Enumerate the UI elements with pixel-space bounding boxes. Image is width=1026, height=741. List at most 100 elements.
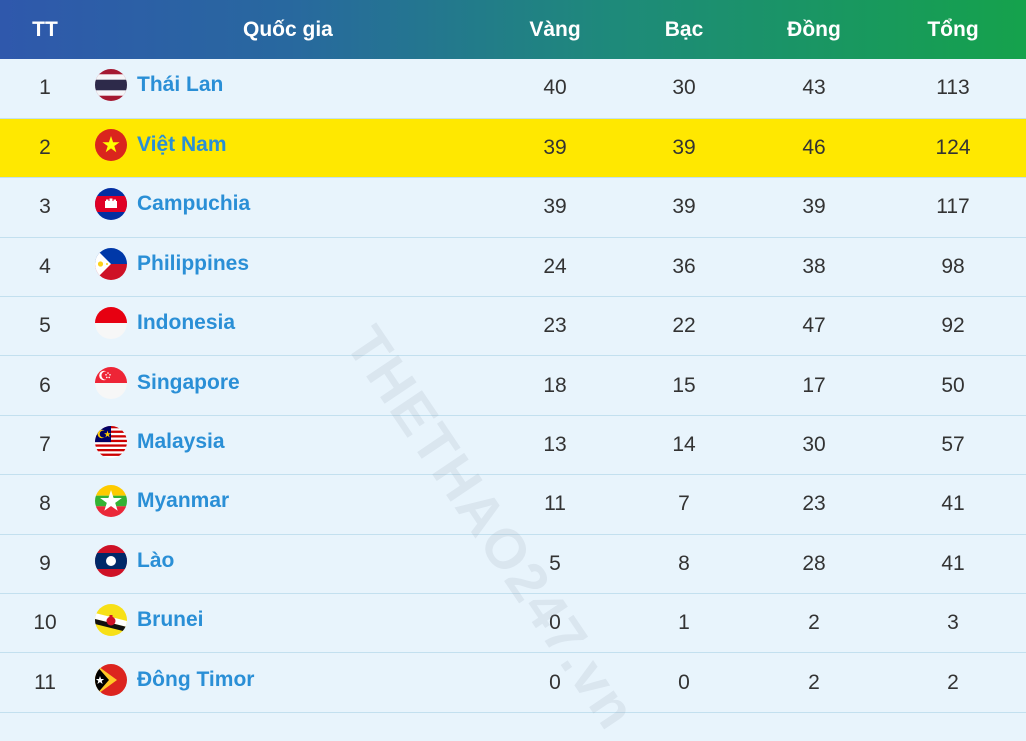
table-row: 1 Thái Lan 40 30 43 113 bbox=[0, 59, 1026, 119]
gold-cell: 39 bbox=[543, 195, 567, 219]
table-header-row: TT Quốc gia Vàng Bạc Đồng Tổng bbox=[0, 0, 1026, 59]
country-name-link[interactable]: Đông Timor bbox=[137, 668, 254, 692]
country-wrapper: Philippines bbox=[95, 247, 490, 283]
philippines-flag-icon bbox=[95, 247, 127, 280]
table-row: 7 Malaysia 13 14 30 57 bbox=[0, 415, 1026, 475]
country-wrapper: Malaysia bbox=[95, 426, 490, 461]
gold-cell: 0 bbox=[549, 670, 561, 694]
header-bronze: Đồng bbox=[787, 17, 841, 41]
country-cell: Indonesia bbox=[90, 297, 490, 356]
table-row: 10 Brunei 0 1 2 3 bbox=[0, 594, 1026, 653]
rank-cell: 5 bbox=[39, 314, 51, 338]
gold-cell: 39 bbox=[543, 136, 567, 160]
country-name-link[interactable]: Philippines bbox=[137, 252, 249, 276]
header-silver: Bạc bbox=[664, 17, 704, 41]
silver-cell: 39 bbox=[672, 136, 696, 160]
country-cell: Campuchia bbox=[90, 178, 490, 237]
silver-cell: 14 bbox=[672, 433, 696, 457]
gold-cell: 13 bbox=[543, 433, 567, 457]
table-row: 11 Đông Timor 0 0 2 2 bbox=[0, 653, 1026, 713]
rank-cell: 2 bbox=[39, 136, 51, 160]
gold-cell: 0 bbox=[549, 611, 561, 635]
total-cell: 92 bbox=[941, 314, 965, 338]
bronze-cell: 43 bbox=[802, 76, 826, 100]
brunei-flag-icon bbox=[95, 604, 127, 637]
gold-cell: 11 bbox=[544, 492, 566, 516]
total-cell: 98 bbox=[941, 254, 965, 278]
singapore-flag-icon bbox=[95, 366, 127, 399]
rank-cell: 1 bbox=[39, 76, 51, 100]
silver-cell: 1 bbox=[678, 611, 690, 635]
bronze-cell: 47 bbox=[802, 314, 826, 338]
country-name-link[interactable]: Indonesia bbox=[137, 311, 235, 335]
country-name-link[interactable]: Thái Lan bbox=[137, 73, 223, 97]
bronze-cell: 38 bbox=[802, 254, 826, 278]
total-cell: 50 bbox=[941, 373, 965, 397]
bronze-cell: 2 bbox=[808, 611, 820, 635]
silver-cell: 22 bbox=[672, 314, 696, 338]
header-gold: Vàng bbox=[529, 17, 581, 41]
country-name-link[interactable]: Singapore bbox=[137, 371, 240, 395]
country-wrapper: Indonesia bbox=[95, 307, 490, 342]
table-row: 6 Singapore 18 15 17 50 bbox=[0, 356, 1026, 416]
country-name-link[interactable]: Myanmar bbox=[137, 489, 229, 513]
rank-cell: 3 bbox=[39, 195, 51, 219]
total-cell: 117 bbox=[936, 195, 970, 219]
country-name-link[interactable]: Brunei bbox=[137, 608, 204, 632]
table-row: 9 Lào 5 8 28 41 bbox=[0, 534, 1026, 594]
header-country: Quốc gia bbox=[243, 17, 333, 41]
country-cell: Malaysia bbox=[90, 415, 490, 474]
gold-cell: 40 bbox=[543, 76, 567, 100]
silver-cell: 36 bbox=[672, 254, 696, 278]
vietnam-flag-icon bbox=[95, 129, 127, 162]
gold-cell: 18 bbox=[543, 373, 567, 397]
laos-flag-icon bbox=[95, 544, 127, 577]
country-wrapper: Việt Nam bbox=[95, 129, 490, 164]
country-cell: Việt Nam bbox=[90, 118, 490, 177]
silver-cell: 8 bbox=[678, 551, 690, 575]
rank-cell: 6 bbox=[39, 373, 51, 397]
country-cell: Myanmar bbox=[90, 475, 490, 534]
country-name-link[interactable]: Malaysia bbox=[137, 430, 225, 454]
silver-cell: 30 bbox=[672, 76, 696, 100]
thailand-flag-icon bbox=[95, 69, 127, 102]
total-cell: 124 bbox=[935, 136, 971, 160]
country-name-link[interactable]: Lào bbox=[137, 549, 174, 573]
gold-cell: 24 bbox=[543, 254, 567, 278]
rank-cell: 8 bbox=[39, 492, 51, 516]
rank-cell: 9 bbox=[39, 551, 51, 575]
header-rank: TT bbox=[32, 17, 58, 41]
malaysia-flag-icon bbox=[95, 426, 127, 459]
east-timor-flag-icon bbox=[95, 663, 127, 696]
total-cell: 57 bbox=[941, 433, 965, 457]
silver-cell: 15 bbox=[672, 373, 696, 397]
country-cell: Singapore bbox=[90, 356, 490, 415]
country-name-link[interactable]: Campuchia bbox=[137, 192, 250, 216]
table-row: 5 Indonesia 23 22 47 92 bbox=[0, 297, 1026, 356]
total-cell: 3 bbox=[947, 611, 959, 635]
bronze-cell: 28 bbox=[802, 551, 826, 575]
country-wrapper: Campuchia bbox=[95, 188, 490, 223]
rank-cell: 11 bbox=[34, 670, 56, 694]
silver-cell: 7 bbox=[678, 492, 690, 516]
country-cell: Brunei bbox=[90, 594, 490, 653]
country-cell: Lào bbox=[90, 534, 490, 593]
bronze-cell: 30 bbox=[802, 433, 826, 457]
total-cell: 41 bbox=[941, 492, 965, 516]
country-name-link[interactable]: Việt Nam bbox=[137, 133, 227, 157]
table-row: 8 Myanmar 11 7 23 41 bbox=[0, 475, 1026, 535]
medal-table-container: TT Quốc gia Vàng Bạc Đồng Tổng 1 Thái Lan… bbox=[0, 0, 1026, 741]
gold-cell: 23 bbox=[543, 314, 567, 338]
table-row: 3 Campuchia 39 39 39 117 bbox=[0, 178, 1026, 238]
country-wrapper: Myanmar bbox=[95, 485, 490, 520]
country-wrapper: Thái Lan bbox=[95, 69, 490, 104]
rank-cell: 4 bbox=[39, 254, 51, 278]
cambodia-flag-icon bbox=[95, 188, 127, 221]
total-cell: 2 bbox=[947, 670, 959, 694]
country-cell: Thái Lan bbox=[90, 59, 490, 118]
table-row: 4 Philippines 24 36 38 98 bbox=[0, 237, 1026, 297]
bronze-cell: 39 bbox=[802, 195, 826, 219]
silver-cell: 0 bbox=[678, 670, 690, 694]
country-wrapper: Đông Timor bbox=[95, 663, 490, 699]
bronze-cell: 2 bbox=[808, 670, 820, 694]
